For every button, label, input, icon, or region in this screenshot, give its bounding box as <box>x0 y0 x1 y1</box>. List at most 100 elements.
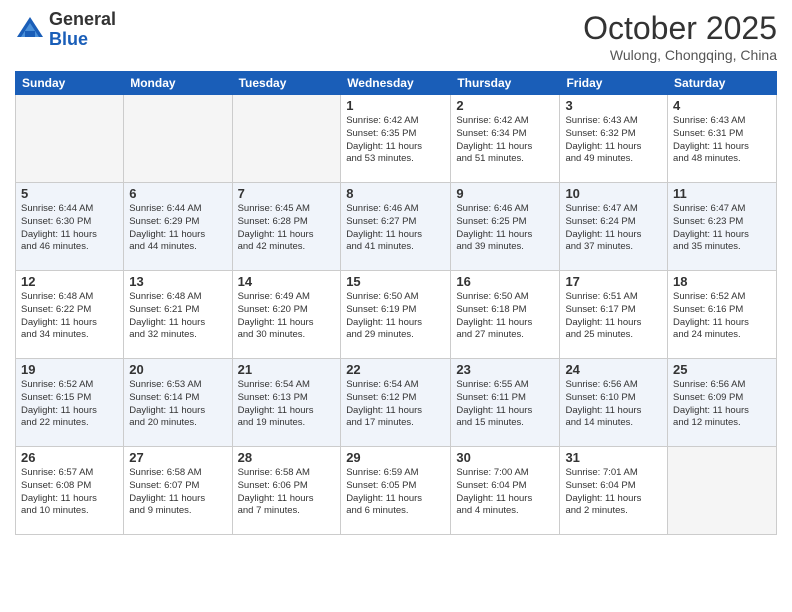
calendar-cell: 23 Sunrise: 6:55 AM Sunset: 6:11 PM Dayli… <box>451 359 560 447</box>
day-number: 8 <box>346 186 445 201</box>
day-info: Sunrise: 7:01 AM Sunset: 6:04 PM Dayligh… <box>565 467 662 518</box>
calendar-cell: 21 Sunrise: 6:54 AM Sunset: 6:13 PM Dayli… <box>232 359 341 447</box>
day-number: 17 <box>565 274 662 289</box>
day-number: 25 <box>673 362 771 377</box>
calendar: Sunday Monday Tuesday Wednesday Thursday… <box>15 71 777 535</box>
day-number: 22 <box>346 362 445 377</box>
calendar-cell: 16Sunrise: 6:50 AM Sunset: 6:18 PM Dayli… <box>451 271 560 359</box>
day-info: Sunrise: 6:49 AM Sunset: 6:20 PM Dayligh… <box>238 291 336 342</box>
day-info: Sunrise: 6:47 AM Sunset: 6:23 PM Dayligh… <box>673 203 771 254</box>
day-number: 24 <box>565 362 662 377</box>
title-block: October 2025 Wulong, Chongqing, China <box>583 10 777 63</box>
day-info: Sunrise: 6:58 AM Sunset: 6:06 PM Dayligh… <box>238 467 336 518</box>
day-number: 23 <box>456 362 554 377</box>
day-info: Sunrise: 6:57 AM Sunset: 6:08 PM Dayligh… <box>21 467 118 518</box>
calendar-cell <box>124 95 232 183</box>
calendar-cell: 1 Sunrise: 6:42 AM Sunset: 6:35 PM Daylig… <box>341 95 451 183</box>
calendar-cell: 24Sunrise: 6:56 AM Sunset: 6:10 PM Dayli… <box>560 359 668 447</box>
day-number: 26 <box>21 450 118 465</box>
logo-blue: Blue <box>49 30 116 50</box>
calendar-cell: 3Sunrise: 6:43 AM Sunset: 6:32 PM Daylig… <box>560 95 668 183</box>
day-info: Sunrise: 6:46 AM Sunset: 6:27 PM Dayligh… <box>346 203 445 254</box>
calendar-cell: 19 Sunrise: 6:52 AM Sunset: 6:15 PM Dayli… <box>16 359 124 447</box>
calendar-cell: 12 Sunrise: 6:48 AM Sunset: 6:22 PM Dayli… <box>16 271 124 359</box>
calendar-cell: 15 Sunrise: 6:50 AM Sunset: 6:19 PM Dayli… <box>341 271 451 359</box>
month-title: October 2025 <box>583 10 777 47</box>
day-number: 3 <box>565 98 662 113</box>
location: Wulong, Chongqing, China <box>583 47 777 63</box>
day-number: 15 <box>346 274 445 289</box>
calendar-cell: 9Sunrise: 6:46 AM Sunset: 6:25 PM Daylig… <box>451 183 560 271</box>
calendar-cell: 8 Sunrise: 6:46 AM Sunset: 6:27 PM Daylig… <box>341 183 451 271</box>
logo: General Blue <box>15 10 116 50</box>
day-info: Sunrise: 6:55 AM Sunset: 6:11 PM Dayligh… <box>456 379 554 430</box>
day-number: 12 <box>21 274 118 289</box>
day-info: Sunrise: 6:44 AM Sunset: 6:29 PM Dayligh… <box>129 203 226 254</box>
day-number: 7 <box>238 186 336 201</box>
day-number: 13 <box>129 274 226 289</box>
calendar-cell: 13 Sunrise: 6:48 AM Sunset: 6:21 PM Dayli… <box>124 271 232 359</box>
calendar-cell: 4 Sunrise: 6:43 AM Sunset: 6:31 PM Daylig… <box>668 95 777 183</box>
calendar-body: 1 Sunrise: 6:42 AM Sunset: 6:35 PM Daylig… <box>16 95 777 535</box>
calendar-cell: 5Sunrise: 6:44 AM Sunset: 6:30 PM Daylig… <box>16 183 124 271</box>
calendar-cell: 20Sunrise: 6:53 AM Sunset: 6:14 PM Dayli… <box>124 359 232 447</box>
calendar-cell: 28Sunrise: 6:58 AM Sunset: 6:06 PM Dayli… <box>232 447 341 535</box>
day-number: 29 <box>346 450 445 465</box>
day-info: Sunrise: 6:52 AM Sunset: 6:15 PM Dayligh… <box>21 379 118 430</box>
day-info: Sunrise: 6:56 AM Sunset: 6:09 PM Dayligh… <box>673 379 771 430</box>
header-row: Sunday Monday Tuesday Wednesday Thursday… <box>16 72 777 95</box>
day-number: 11 <box>673 186 771 201</box>
calendar-week-0: 1 Sunrise: 6:42 AM Sunset: 6:35 PM Daylig… <box>16 95 777 183</box>
day-info: Sunrise: 6:50 AM Sunset: 6:19 PM Dayligh… <box>346 291 445 342</box>
calendar-cell <box>16 95 124 183</box>
col-wednesday: Wednesday <box>341 72 451 95</box>
day-number: 4 <box>673 98 771 113</box>
logo-text: General Blue <box>49 10 116 50</box>
page: General Blue October 2025 Wulong, Chongq… <box>0 0 792 612</box>
day-number: 6 <box>129 186 226 201</box>
calendar-cell: 29 Sunrise: 6:59 AM Sunset: 6:05 PM Dayli… <box>341 447 451 535</box>
day-number: 2 <box>456 98 554 113</box>
day-number: 19 <box>21 362 118 377</box>
col-sunday: Sunday <box>16 72 124 95</box>
day-info: Sunrise: 6:59 AM Sunset: 6:05 PM Dayligh… <box>346 467 445 518</box>
col-monday: Monday <box>124 72 232 95</box>
calendar-cell: 25 Sunrise: 6:56 AM Sunset: 6:09 PM Dayli… <box>668 359 777 447</box>
day-info: Sunrise: 6:45 AM Sunset: 6:28 PM Dayligh… <box>238 203 336 254</box>
day-info: Sunrise: 6:58 AM Sunset: 6:07 PM Dayligh… <box>129 467 226 518</box>
calendar-week-3: 19 Sunrise: 6:52 AM Sunset: 6:15 PM Dayli… <box>16 359 777 447</box>
day-number: 16 <box>456 274 554 289</box>
day-info: Sunrise: 6:48 AM Sunset: 6:21 PM Dayligh… <box>129 291 226 342</box>
calendar-cell: 7 Sunrise: 6:45 AM Sunset: 6:28 PM Daylig… <box>232 183 341 271</box>
day-number: 31 <box>565 450 662 465</box>
day-number: 5 <box>21 186 118 201</box>
calendar-cell: 10Sunrise: 6:47 AM Sunset: 6:24 PM Dayli… <box>560 183 668 271</box>
col-thursday: Thursday <box>451 72 560 95</box>
calendar-header: Sunday Monday Tuesday Wednesday Thursday… <box>16 72 777 95</box>
day-number: 30 <box>456 450 554 465</box>
col-friday: Friday <box>560 72 668 95</box>
day-number: 21 <box>238 362 336 377</box>
calendar-cell: 22Sunrise: 6:54 AM Sunset: 6:12 PM Dayli… <box>341 359 451 447</box>
day-number: 1 <box>346 98 445 113</box>
calendar-cell: 26 Sunrise: 6:57 AM Sunset: 6:08 PM Dayli… <box>16 447 124 535</box>
calendar-week-2: 12 Sunrise: 6:48 AM Sunset: 6:22 PM Dayli… <box>16 271 777 359</box>
logo-general: General <box>49 10 116 30</box>
calendar-week-4: 26 Sunrise: 6:57 AM Sunset: 6:08 PM Dayli… <box>16 447 777 535</box>
day-info: Sunrise: 6:48 AM Sunset: 6:22 PM Dayligh… <box>21 291 118 342</box>
calendar-cell: 27 Sunrise: 6:58 AM Sunset: 6:07 PM Dayli… <box>124 447 232 535</box>
day-info: Sunrise: 6:54 AM Sunset: 6:13 PM Dayligh… <box>238 379 336 430</box>
day-info: Sunrise: 6:46 AM Sunset: 6:25 PM Dayligh… <box>456 203 554 254</box>
col-tuesday: Tuesday <box>232 72 341 95</box>
logo-icon <box>15 15 45 45</box>
day-number: 14 <box>238 274 336 289</box>
day-info: Sunrise: 6:43 AM Sunset: 6:31 PM Dayligh… <box>673 115 771 166</box>
day-info: Sunrise: 6:42 AM Sunset: 6:35 PM Dayligh… <box>346 115 445 166</box>
calendar-cell: 6 Sunrise: 6:44 AM Sunset: 6:29 PM Daylig… <box>124 183 232 271</box>
calendar-cell: 30Sunrise: 7:00 AM Sunset: 6:04 PM Dayli… <box>451 447 560 535</box>
day-number: 27 <box>129 450 226 465</box>
day-info: Sunrise: 6:42 AM Sunset: 6:34 PM Dayligh… <box>456 115 554 166</box>
calendar-cell: 11 Sunrise: 6:47 AM Sunset: 6:23 PM Dayli… <box>668 183 777 271</box>
header: General Blue October 2025 Wulong, Chongq… <box>15 10 777 63</box>
calendar-cell: 17Sunrise: 6:51 AM Sunset: 6:17 PM Dayli… <box>560 271 668 359</box>
